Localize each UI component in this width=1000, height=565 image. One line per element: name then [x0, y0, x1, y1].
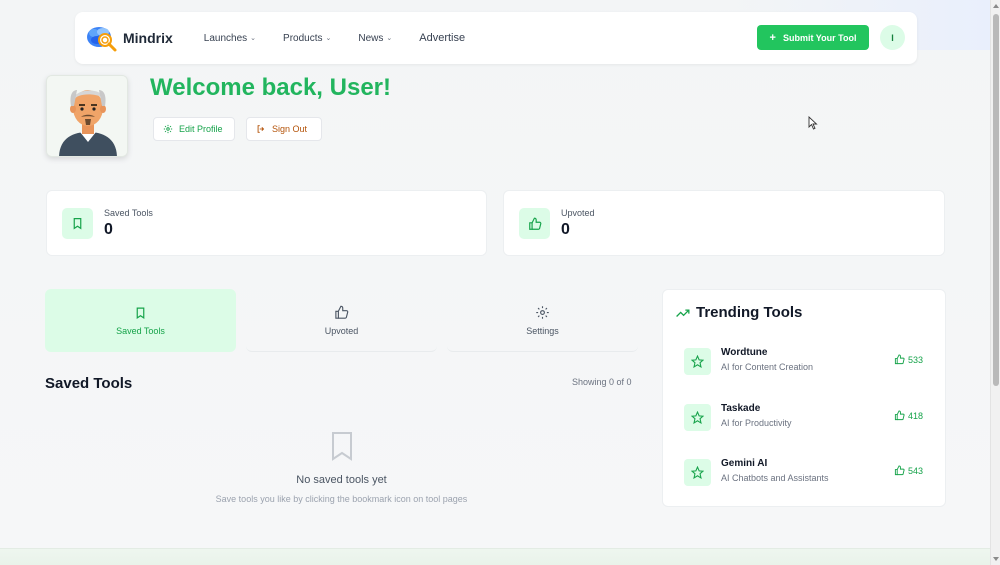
profile-avatar — [46, 75, 128, 157]
user-illustration-icon — [47, 76, 127, 156]
tab-label: Upvoted — [324, 325, 359, 336]
stat-card-upvoted: Upvoted 0 — [503, 190, 945, 256]
scroll-down-arrow-icon[interactable] — [993, 557, 999, 561]
tab-label: Saved Tools — [116, 325, 165, 336]
submit-tool-label: Submit Your Tool — [782, 32, 857, 43]
thumbs-up-icon — [519, 208, 550, 239]
tab-label: Settings — [526, 325, 559, 336]
trending-item-category: AI for Productivity — [721, 418, 792, 428]
trending-title-text: Trending Tools — [696, 304, 803, 321]
gear-icon — [535, 305, 550, 320]
thumbs-up-icon — [894, 354, 905, 365]
nav-launches-label: Launches — [203, 32, 248, 44]
trending-item-votes: 533 — [894, 354, 923, 365]
star-icon — [684, 459, 711, 486]
star-icon — [684, 348, 711, 375]
star-icon — [684, 404, 711, 431]
bookmark-icon — [134, 306, 147, 320]
welcome-heading: Welcome back, User! — [150, 74, 391, 101]
trending-item-name: Taskade — [721, 403, 761, 414]
trending-item-category: AI for Content Creation — [721, 362, 814, 372]
mouse-cursor-icon — [808, 115, 818, 135]
edit-profile-label: Edit Profile — [179, 124, 223, 134]
bookmark-icon — [62, 208, 93, 239]
trending-item[interactable]: Wordtune AI for Content Creation 533 — [684, 345, 929, 379]
thumbs-up-icon — [334, 305, 349, 320]
gear-icon — [163, 124, 173, 134]
stat-label: Upvoted — [561, 208, 595, 218]
brain-logo-icon — [87, 27, 117, 52]
page-scrollbar[interactable] — [990, 0, 1000, 565]
trending-tools-panel: Trending Tools Wordtune AI for Content C… — [662, 289, 946, 507]
tab-upvoted[interactable]: Upvoted — [246, 289, 437, 352]
nav-news[interactable]: News ⌄ — [358, 33, 392, 44]
chevron-down-icon: ⌄ — [250, 35, 257, 42]
sign-out-icon — [256, 124, 266, 134]
nav-products-label: Products — [283, 32, 323, 44]
stat-value: 0 — [104, 221, 113, 238]
nav-links: Launches ⌄ Products ⌄ News ⌄ Advertise — [204, 32, 465, 44]
vote-count: 418 — [907, 410, 923, 421]
submit-tool-button[interactable]: + Submit Your Tool — [757, 25, 869, 50]
trending-item-votes: 543 — [894, 465, 923, 476]
trending-item-votes: 418 — [894, 410, 923, 421]
vote-count: 533 — [907, 354, 923, 365]
profile-tabs: Saved Tools Upvoted Settings — [45, 289, 638, 352]
nav-products[interactable]: Products ⌄ — [283, 33, 331, 44]
trending-up-icon — [676, 308, 690, 318]
footer-strip — [0, 548, 990, 565]
empty-state-subtitle: Save tools you like by clicking the book… — [215, 494, 468, 504]
chevron-down-icon: ⌄ — [386, 35, 393, 42]
tab-settings[interactable]: Settings — [447, 289, 638, 352]
trending-item-name: Gemini AI — [721, 458, 768, 469]
user-avatar-button[interactable]: I — [880, 25, 905, 50]
trending-item-category: AI Chatbots and Assistants — [721, 473, 829, 483]
sign-out-button[interactable]: Sign Out — [246, 117, 322, 141]
vote-count: 543 — [907, 465, 923, 476]
scrollbar-thumb[interactable] — [993, 14, 999, 386]
stat-card-saved-tools: Saved Tools 0 — [46, 190, 487, 256]
thumbs-up-icon — [894, 465, 905, 476]
scroll-up-arrow-icon[interactable] — [993, 4, 999, 8]
brand-name: Mindrix — [123, 30, 173, 46]
chevron-down-icon: ⌄ — [325, 35, 332, 42]
tab-saved-tools[interactable]: Saved Tools — [45, 289, 236, 352]
showing-count: Showing 0 of 0 — [572, 377, 632, 387]
stat-value: 0 — [561, 221, 570, 238]
nav-launches[interactable]: Launches ⌄ — [204, 33, 256, 44]
sign-out-label: Sign Out — [272, 124, 308, 134]
brand-logo[interactable]: Mindrix — [84, 23, 173, 53]
trending-title: Trending Tools — [676, 304, 802, 321]
section-title: Saved Tools — [45, 375, 133, 392]
trending-item-name: Wordtune — [721, 347, 768, 358]
trending-item[interactable]: Gemini AI AI Chatbots and Assistants 543 — [684, 456, 929, 490]
edit-profile-button[interactable]: Edit Profile — [153, 117, 235, 141]
nav-news-label: News — [358, 32, 384, 44]
thumbs-up-icon — [894, 410, 905, 421]
trending-item[interactable]: Taskade AI for Productivity 418 — [684, 401, 929, 435]
bookmark-icon — [330, 431, 354, 466]
empty-state-title: No saved tools yet — [296, 474, 387, 486]
top-navbar: Mindrix Launches ⌄ Products ⌄ News ⌄ Adv… — [75, 12, 917, 64]
stat-label: Saved Tools — [104, 208, 153, 218]
plus-icon: + — [769, 31, 776, 44]
nav-advertise[interactable]: Advertise — [419, 32, 465, 44]
